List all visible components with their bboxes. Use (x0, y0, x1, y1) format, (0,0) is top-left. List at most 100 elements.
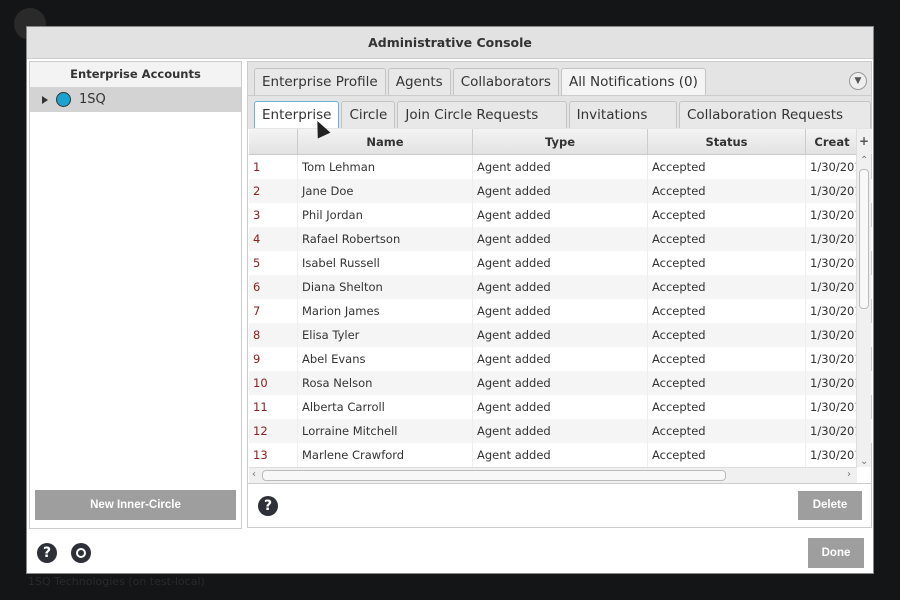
table-cell: 1/30/201 (810, 184, 858, 198)
table-row[interactable]: 1 Tom Lehman Agent added Accepted 1/30/201 (249, 155, 872, 179)
table-row[interactable]: 13 Marlene Crawford Agent added Accepted 1/3… (249, 443, 872, 467)
column-menu-plus-icon[interactable]: + (857, 129, 871, 155)
table-cell: Accepted (648, 155, 806, 179)
table-cell: 13 (249, 443, 298, 467)
table-cell: Accepted (648, 251, 806, 275)
table-row[interactable]: 4 Rafael Robertson Agent added Accepted 1/30… (249, 227, 872, 251)
table-cell: Accepted (648, 299, 806, 323)
table-cell: 12 (249, 419, 298, 443)
scroll-right-icon[interactable]: › (847, 469, 851, 480)
tabs-overflow-dropdown-icon[interactable]: ▼ (849, 72, 867, 90)
tree-item-1sq[interactable]: 1SQ (30, 87, 241, 112)
panel-footer: ? Delete (248, 483, 871, 528)
subtab-invitations[interactable]: Invitations (0) (568, 101, 677, 149)
table-cell: 1/30/201 (810, 400, 858, 414)
vertical-scroll-thumb[interactable] (859, 169, 869, 309)
table-cell: Rosa Nelson (298, 371, 473, 395)
table-cell: 1/30/201 (810, 256, 858, 270)
table-cell: 1/30/201 (810, 352, 858, 366)
table-cell: Agent added (473, 155, 648, 179)
table-cell: 1/30/201 (810, 160, 858, 174)
tab-collaborators[interactable]: Collaborators (452, 68, 559, 95)
scroll-left-icon[interactable]: ‹ (252, 469, 256, 480)
table-cell: Agent added (473, 179, 648, 203)
table-cell: 1/30/201 (810, 424, 858, 438)
vertical-scrollbar[interactable]: + ⌃ ⌄ (856, 129, 871, 467)
table-cell: Accepted (648, 419, 806, 443)
table-cell: 1/30/201 (810, 448, 858, 462)
subtab-collaboration-requests[interactable]: Collaboration Requests (0) (678, 101, 871, 149)
table-cell: 1 (249, 155, 298, 179)
table-cell: Isabel Russell (298, 251, 473, 275)
table-row[interactable]: 8 Elisa Tyler Agent added Accepted 1/30/201 (249, 323, 872, 347)
table-cell: 7 (249, 299, 298, 323)
notifications-table: Name Type Status Creat 1 Tom Lehman Agent add… (249, 129, 872, 483)
table-cell: Agent added (473, 227, 648, 251)
horizontal-scroll-thumb[interactable] (262, 470, 726, 481)
help-icon[interactable]: ? (258, 496, 278, 516)
table-cell: Agent added (473, 275, 648, 299)
table-cell: Jane Doe (298, 179, 473, 203)
table-cell: Accepted (648, 203, 806, 227)
table-cell: Abel Evans (298, 347, 473, 371)
table-cell: 8 (249, 323, 298, 347)
column-header[interactable]: Creat (806, 129, 858, 154)
table-cell: 1/30/201 (810, 304, 858, 318)
table-cell: Agent added (473, 419, 648, 443)
table-cell: Alberta Carroll (298, 395, 473, 419)
table-cell: 1/30/201 (810, 328, 858, 342)
done-button[interactable]: Done (808, 538, 864, 568)
table-cell: Accepted (648, 323, 806, 347)
refresh-icon[interactable] (71, 543, 91, 563)
table-cell: 1/30/201 (810, 232, 858, 246)
help-icon[interactable]: ? (37, 543, 57, 563)
table-cell: Accepted (648, 179, 806, 203)
table-row[interactable]: 7 Marion James Agent added Accepted 1/30/201 (249, 299, 872, 323)
table-row[interactable]: 3 Phil Jordan Agent added Accepted 1/30/201 (249, 203, 872, 227)
table-row[interactable]: 10 Rosa Nelson Agent added Accepted 1/30/201 (249, 371, 872, 395)
table-cell: Accepted (648, 443, 806, 467)
delete-button[interactable]: Delete (798, 491, 862, 520)
column-header[interactable]: Status (648, 129, 806, 154)
scroll-up-icon[interactable]: ⌃ (860, 155, 868, 166)
admin-console-dialog: Administrative Console Enterprise Accoun… (26, 26, 874, 574)
new-inner-circle-button[interactable]: New Inner-Circle (35, 490, 236, 520)
table-cell: Rafael Robertson (298, 227, 473, 251)
table-cell: Agent added (473, 347, 648, 371)
subtab-circle[interactable]: Circle (341, 101, 396, 128)
table-row[interactable]: 11 Alberta Carroll Agent added Accepted 1/30… (249, 395, 872, 419)
table-cell: 4 (249, 227, 298, 251)
column-header[interactable] (249, 129, 298, 154)
table-cell: Diana Shelton (298, 275, 473, 299)
table-row[interactable]: 9 Abel Evans Agent added Accepted 1/30/201 (249, 347, 872, 371)
column-header[interactable]: Type (473, 129, 648, 154)
table-cell: Accepted (648, 395, 806, 419)
table-cell: Agent added (473, 443, 648, 467)
table-cell: 9 (249, 347, 298, 371)
expand-arrow-icon[interactable] (42, 95, 48, 104)
background-status: 1SQ Technologies (on test-local) (28, 575, 205, 588)
enterprise-accounts-header: Enterprise Accounts (30, 62, 241, 87)
table-row[interactable]: 6 Diana Shelton Agent added Accepted 1/30/20… (249, 275, 872, 299)
tab-agents[interactable]: Agents (387, 68, 451, 95)
table-cell: Accepted (648, 347, 806, 371)
scroll-down-icon[interactable]: ⌄ (860, 456, 868, 467)
table-cell: Phil Jordan (298, 203, 473, 227)
subtab-join-circle-requests[interactable]: Join Circle Requests (0) (397, 101, 567, 149)
tab-enterprise-profile[interactable]: Enterprise Profile (254, 68, 386, 95)
tab-all-notifications[interactable]: All Notifications (0) (560, 68, 706, 95)
table-cell: Accepted (648, 227, 806, 251)
table-cell: Accepted (648, 275, 806, 299)
table-cell: 1/30/201 (810, 280, 858, 294)
table-body: 1 Tom Lehman Agent added Accepted 1/30/201 2 J… (249, 155, 872, 467)
table-cell: Agent added (473, 203, 648, 227)
notifications-panel: Enterprise Profile Agents Collaborators All… (247, 61, 872, 528)
table-cell: 1/30/201 (810, 376, 858, 390)
horizontal-scrollbar[interactable]: ‹ › (249, 467, 857, 483)
table-cell: 2 (249, 179, 298, 203)
table-cell: Agent added (473, 371, 648, 395)
table-row[interactable]: 2 Jane Doe Agent added Accepted 1/30/201 (249, 179, 872, 203)
table-cell: Lorraine Mitchell (298, 419, 473, 443)
table-row[interactable]: 12 Lorraine Mitchell Agent added Accepted 1/… (249, 419, 872, 443)
table-row[interactable]: 5 Isabel Russell Agent added Accepted 1/30/2… (249, 251, 872, 275)
